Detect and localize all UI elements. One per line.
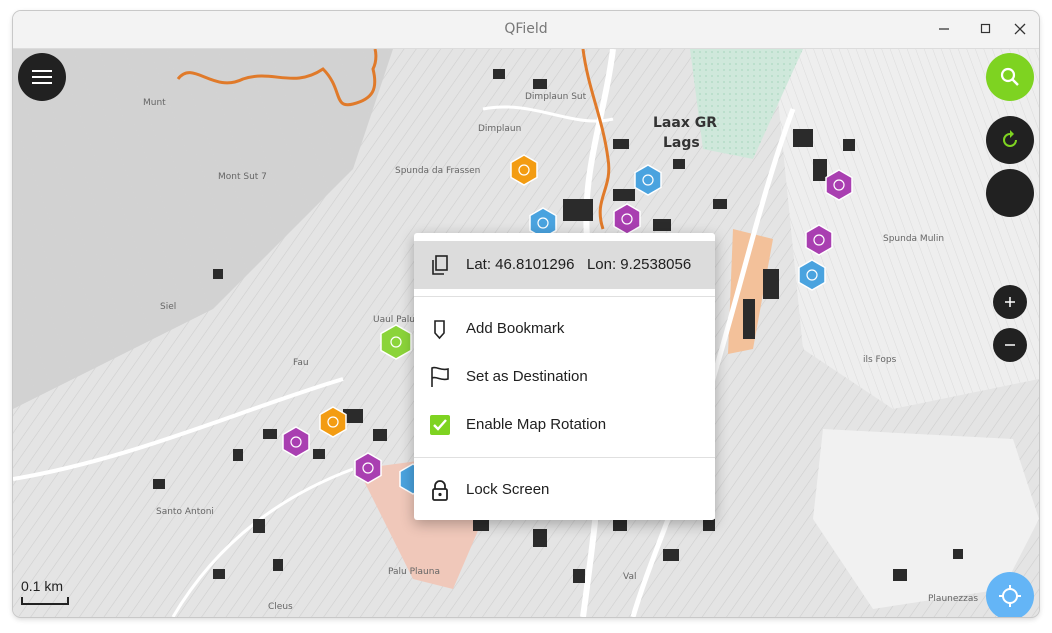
marker-purple xyxy=(354,452,382,484)
marker-purple xyxy=(825,169,853,201)
lock-screen-item[interactable]: Lock Screen xyxy=(414,466,715,514)
enable-map-rotation-label: Enable Map Rotation xyxy=(466,416,607,433)
marker-orange xyxy=(319,406,347,438)
map-context-menu: Lat: 46.8101296 Lon: 9.2538056 Add Bookm… xyxy=(414,233,715,520)
title-bar: QField xyxy=(13,11,1039,49)
place-label-munt: Munt xyxy=(143,98,166,108)
sync-button[interactable] xyxy=(986,116,1034,164)
mode-button[interactable] xyxy=(986,169,1034,217)
checkbox-checked-icon[interactable] xyxy=(428,413,452,437)
place-label-laax: Laax GR xyxy=(653,115,717,131)
scale-label: 0.1 km xyxy=(21,578,64,594)
scale-bar xyxy=(21,597,69,605)
minimize-icon xyxy=(939,28,949,30)
place-label-cleus: Cleus xyxy=(268,602,293,612)
main-menu-button[interactable] xyxy=(18,53,66,101)
add-bookmark-item[interactable]: Add Bookmark xyxy=(414,305,715,353)
place-label-ils-fops: ils Fops xyxy=(863,355,897,365)
place-label-lags: Lags xyxy=(663,135,700,151)
lock-icon xyxy=(432,480,448,501)
zoom-out-button[interactable] xyxy=(993,328,1027,362)
hamburger-menu-icon xyxy=(32,70,52,84)
set-destination-label: Set as Destination xyxy=(466,368,588,385)
plus-icon xyxy=(1005,297,1015,307)
place-label-dimplaun-sut: Dimplaun Sut xyxy=(525,92,587,102)
marker-orange xyxy=(510,154,538,186)
place-label-palu-plauna: Palu Plauna xyxy=(388,567,440,577)
place-label-dimplaun: Dimplaun xyxy=(478,124,521,134)
search-icon xyxy=(1000,67,1019,86)
place-label-fau: Fau xyxy=(293,358,309,368)
place-label-mont-sut: Mont Sut 7 xyxy=(218,172,267,182)
copy-coordinates-item[interactable]: Lat: 46.8101296 Lon: 9.2538056 xyxy=(414,241,715,289)
marker-blue xyxy=(798,259,826,291)
locate-button[interactable] xyxy=(986,572,1034,617)
minimize-button[interactable] xyxy=(931,17,957,41)
flag-icon xyxy=(431,366,449,387)
place-label-spunda-mulin: Spunda Mulin xyxy=(883,234,944,244)
menu-separator xyxy=(414,457,715,458)
maximize-button[interactable] xyxy=(973,17,999,41)
zoom-in-button[interactable] xyxy=(993,285,1027,319)
marker-purple xyxy=(282,426,310,458)
coordinates-label: Lat: 46.8101296 Lon: 9.2538056 xyxy=(466,256,692,273)
maximize-icon xyxy=(980,23,991,34)
map-canvas[interactable]: Laax GR Lags Dimplaun Sut Dimplaun Munt … xyxy=(13,49,1039,617)
place-label-santo-antoni: Santo Antoni xyxy=(156,507,214,517)
add-bookmark-label: Add Bookmark xyxy=(466,320,565,337)
copy-icon xyxy=(432,255,448,275)
search-button[interactable] xyxy=(986,53,1034,101)
menu-separator xyxy=(414,296,715,297)
close-button[interactable] xyxy=(1007,17,1033,41)
minus-icon xyxy=(1005,344,1015,346)
place-label-val: Val xyxy=(623,572,636,582)
refresh-icon xyxy=(1003,130,1017,147)
marker-green xyxy=(380,324,412,360)
place-label-spunda-frassen: Spunda da Frassen xyxy=(395,166,480,176)
marker-purple xyxy=(805,224,833,256)
close-icon xyxy=(1014,23,1026,35)
place-label-siel: Siel xyxy=(160,302,176,312)
bookmark-icon xyxy=(434,320,445,340)
place-label-plaunezzas: Plaunezzas xyxy=(928,594,978,604)
enable-map-rotation-item[interactable]: Enable Map Rotation xyxy=(414,401,715,449)
crosshair-icon xyxy=(999,585,1021,607)
set-destination-item[interactable]: Set as Destination xyxy=(414,353,715,401)
marker-purple xyxy=(613,203,641,235)
window-title: QField xyxy=(504,21,548,37)
marker-blue xyxy=(634,164,662,196)
qfield-window: QField Laax GR Lags Dimplaun Sut Dimplau… xyxy=(13,11,1039,617)
lock-screen-label: Lock Screen xyxy=(466,481,550,498)
